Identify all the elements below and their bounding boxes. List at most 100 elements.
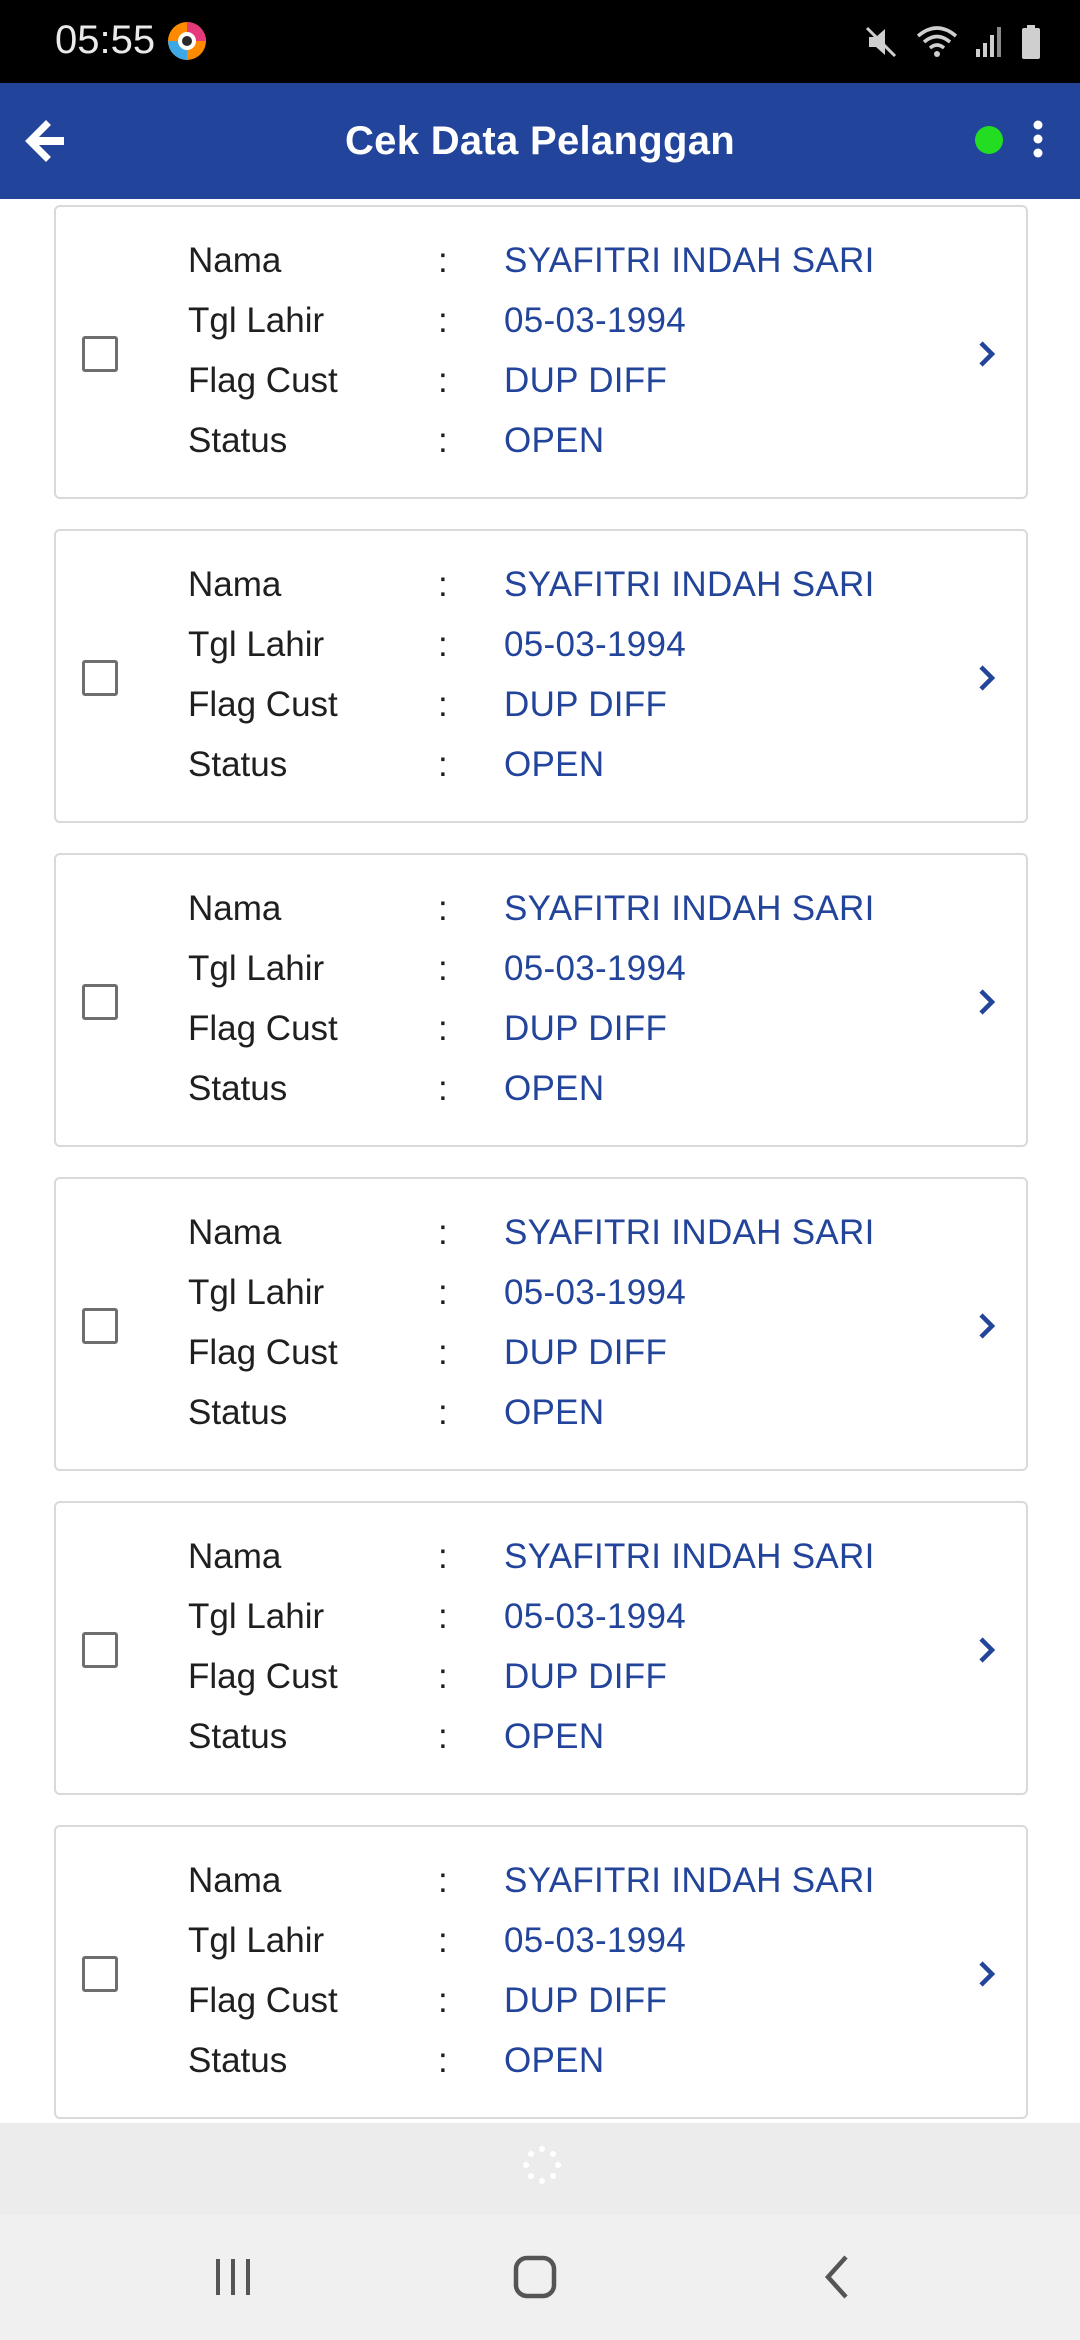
select-checkbox[interactable] <box>82 336 118 372</box>
field-separator: : <box>438 745 448 784</box>
customer-card[interactable]: Nama: SYAFITRI INDAH SARI Tgl Lahir: 05-03-… <box>54 1177 1028 1471</box>
more-options-icon[interactable] <box>1024 117 1052 165</box>
field-label: Flag Cust <box>188 1981 338 2020</box>
field-separator: : <box>438 1273 448 1312</box>
field-value-nama: SYAFITRI INDAH SARI <box>504 241 875 280</box>
back-nav-icon[interactable] <box>808 2247 868 2307</box>
field-value-tgl-lahir: 05-03-1994 <box>504 1597 687 1636</box>
field-label: Flag Cust <box>188 685 338 724</box>
field-value-flag-cust: DUP DIFF <box>504 1333 668 1372</box>
field-label: Flag Cust <box>188 1009 338 1048</box>
customer-list[interactable]: Nama: SYAFITRI INDAH SARI Tgl Lahir: 05-03-… <box>0 199 1080 2123</box>
field-label: Flag Cust <box>188 361 338 400</box>
field-separator: : <box>438 421 448 460</box>
field-label: Flag Cust <box>188 1657 338 1696</box>
field-label: Status <box>188 745 288 784</box>
field-value-status: OPEN <box>504 1069 605 1108</box>
field-label: Status <box>188 1393 288 1432</box>
field-separator: : <box>438 1861 448 1900</box>
field-value-status: OPEN <box>504 1393 605 1432</box>
loading-strip <box>0 2123 1080 2215</box>
field-separator: : <box>438 1069 448 1108</box>
select-checkbox[interactable] <box>82 984 118 1020</box>
field-value-status: OPEN <box>504 2041 605 2080</box>
chevron-right-icon[interactable] <box>976 1311 998 1341</box>
field-separator: : <box>438 1657 448 1696</box>
page-title: Cek Data Pelanggan <box>345 119 735 163</box>
field-value-tgl-lahir: 05-03-1994 <box>504 301 687 340</box>
field-label: Status <box>188 1069 288 1108</box>
status-bar: 05:55 <box>0 0 1080 83</box>
field-value-nama: SYAFITRI INDAH SARI <box>504 1537 875 1576</box>
loading-spinner-icon <box>523 2146 561 2184</box>
field-value-tgl-lahir: 05-03-1994 <box>504 1921 687 1960</box>
select-checkbox[interactable] <box>82 1956 118 1992</box>
field-label: Nama <box>188 565 282 604</box>
field-value-status: OPEN <box>504 421 605 460</box>
field-label: Nama <box>188 1537 282 1576</box>
chevron-right-icon[interactable] <box>976 987 998 1017</box>
status-icons <box>864 20 1042 64</box>
field-separator: : <box>438 1597 448 1636</box>
field-value-nama: SYAFITRI INDAH SARI <box>504 1861 875 1900</box>
customer-card[interactable]: Nama: SYAFITRI INDAH SARI Tgl Lahir: 05-03-… <box>54 529 1028 823</box>
field-value-status: OPEN <box>504 1717 605 1756</box>
field-separator: : <box>438 889 448 928</box>
chevron-right-icon[interactable] <box>976 1635 998 1665</box>
field-value-flag-cust: DUP DIFF <box>504 361 668 400</box>
field-label: Tgl Lahir <box>188 1597 325 1636</box>
field-separator: : <box>438 1537 448 1576</box>
battery-icon <box>1022 25 1040 59</box>
wifi-icon <box>916 26 958 57</box>
field-label: Status <box>188 421 288 460</box>
field-separator: : <box>438 241 448 280</box>
recent-apps-icon[interactable] <box>203 2247 263 2307</box>
field-separator: : <box>438 1009 448 1048</box>
field-label: Tgl Lahir <box>188 949 325 988</box>
field-separator: : <box>438 1393 448 1432</box>
field-label: Tgl Lahir <box>188 625 325 664</box>
customer-card[interactable]: Nama: SYAFITRI INDAH SARI Tgl Lahir: 05-03-… <box>54 1825 1028 2119</box>
field-value-nama: SYAFITRI INDAH SARI <box>504 1213 875 1252</box>
field-separator: : <box>438 685 448 724</box>
field-value-flag-cust: DUP DIFF <box>504 1009 668 1048</box>
field-value-flag-cust: DUP DIFF <box>504 685 668 724</box>
signal-icon <box>976 27 1001 57</box>
chevron-right-icon[interactable] <box>976 1959 998 1989</box>
field-label: Flag Cust <box>188 1333 338 1372</box>
field-value-tgl-lahir: 05-03-1994 <box>504 949 687 988</box>
system-nav-bar <box>0 2215 1080 2340</box>
field-separator: : <box>438 1717 448 1756</box>
field-separator: : <box>438 565 448 604</box>
customer-card[interactable]: Nama: SYAFITRI INDAH SARI Tgl Lahir: 05-03-… <box>54 205 1028 499</box>
field-label: Tgl Lahir <box>188 301 325 340</box>
field-label: Nama <box>188 241 282 280</box>
field-label: Tgl Lahir <box>188 1273 325 1312</box>
select-checkbox[interactable] <box>82 1308 118 1344</box>
chevron-right-icon[interactable] <box>976 663 998 693</box>
field-separator: : <box>438 301 448 340</box>
field-separator: : <box>438 1921 448 1960</box>
status-time: 05:55 <box>55 18 156 62</box>
field-value-nama: SYAFITRI INDAH SARI <box>504 565 875 604</box>
select-checkbox[interactable] <box>82 1632 118 1668</box>
field-value-tgl-lahir: 05-03-1994 <box>504 625 687 664</box>
customer-card[interactable]: Nama: SYAFITRI INDAH SARI Tgl Lahir: 05-03-… <box>54 853 1028 1147</box>
mute-icon <box>865 26 897 58</box>
field-label: Nama <box>188 1213 282 1252</box>
back-arrow-icon[interactable] <box>24 113 68 169</box>
field-label: Nama <box>188 889 282 928</box>
chevron-right-icon[interactable] <box>976 339 998 369</box>
select-checkbox[interactable] <box>82 660 118 696</box>
field-separator: : <box>438 949 448 988</box>
app-icon <box>168 22 206 60</box>
field-value-status: OPEN <box>504 745 605 784</box>
field-value-flag-cust: DUP DIFF <box>504 1981 668 2020</box>
field-separator: : <box>438 1333 448 1372</box>
field-value-tgl-lahir: 05-03-1994 <box>504 1273 687 1312</box>
customer-card[interactable]: Nama: SYAFITRI INDAH SARI Tgl Lahir: 05-03-… <box>54 1501 1028 1795</box>
field-separator: : <box>438 361 448 400</box>
home-icon[interactable] <box>505 2247 565 2307</box>
field-separator: : <box>438 2041 448 2080</box>
field-label: Status <box>188 1717 288 1756</box>
